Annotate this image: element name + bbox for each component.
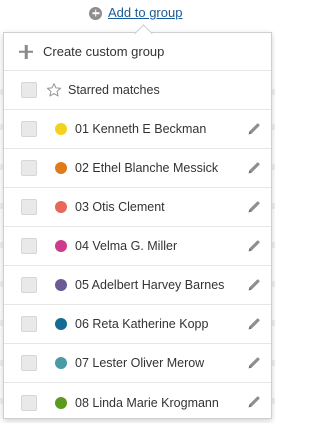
group-row[interactable]: 01 Kenneth E Beckman <box>4 110 271 149</box>
pencil-icon[interactable] <box>246 277 262 293</box>
group-row[interactable]: 07 Lester Oliver Merow <box>4 344 271 383</box>
group-row[interactable]: 06 Reta Katherine Kopp <box>4 305 271 344</box>
group-row[interactable]: 08 Linda Marie Krogmann <box>4 383 271 422</box>
group-checkbox[interactable] <box>21 277 37 293</box>
starred-matches-label: Starred matches <box>68 83 160 97</box>
group-row[interactable]: 03 Otis Clement <box>4 188 271 227</box>
group-checkbox[interactable] <box>21 199 37 215</box>
group-label: 05 Adelbert Harvey Barnes <box>75 278 225 292</box>
group-color-dot <box>55 201 67 213</box>
group-row[interactable]: 02 Ethel Blanche Messick <box>4 149 271 188</box>
star-icon <box>46 83 62 97</box>
group-row[interactable]: 05 Adelbert Harvey Barnes <box>4 266 271 305</box>
group-checkbox[interactable] <box>21 355 37 371</box>
pencil-icon[interactable] <box>246 160 262 176</box>
group-label: 06 Reta Katherine Kopp <box>75 317 209 331</box>
pencil-icon[interactable] <box>246 238 262 254</box>
create-custom-group-button[interactable]: Create custom group <box>4 33 271 71</box>
pencil-icon[interactable] <box>246 394 262 410</box>
group-color-dot <box>55 162 67 174</box>
group-color-dot <box>55 240 67 252</box>
group-color-dot <box>55 357 67 369</box>
group-color-dot <box>55 123 67 135</box>
starred-matches-checkbox[interactable] <box>21 82 37 98</box>
group-checkbox[interactable] <box>21 160 37 176</box>
add-to-group-link[interactable]: Add to group <box>89 5 182 21</box>
group-label: 07 Lester Oliver Merow <box>75 356 205 370</box>
group-color-dot <box>55 279 67 291</box>
plus-icon <box>19 45 33 59</box>
group-checkbox[interactable] <box>21 394 37 411</box>
pencil-icon[interactable] <box>246 316 262 332</box>
group-label: 04 Velma G. Miller <box>75 239 178 253</box>
group-label: 03 Otis Clement <box>75 200 165 214</box>
create-custom-group-label: Create custom group <box>43 44 165 59</box>
pencil-icon[interactable] <box>246 355 262 371</box>
group-checkbox[interactable] <box>21 316 37 332</box>
pencil-icon[interactable] <box>246 199 262 215</box>
plus-circle-icon <box>89 6 102 20</box>
group-label: 02 Ethel Blanche Messick <box>75 161 219 175</box>
group-row[interactable]: 04 Velma G. Miller <box>4 227 271 266</box>
group-checkbox[interactable] <box>21 121 37 137</box>
group-color-dot <box>55 396 67 409</box>
page: Add to group Create custom group Starred… <box>0 0 275 423</box>
group-checkbox[interactable] <box>21 238 37 254</box>
pencil-icon[interactable] <box>246 121 262 137</box>
starred-matches-row[interactable]: Starred matches <box>4 71 271 110</box>
group-label: 08 Linda Marie Krogmann <box>75 395 219 410</box>
group-color-dot <box>55 318 67 330</box>
add-to-group-label: Add to group <box>108 5 183 20</box>
group-dropdown: Create custom group Starred matches 01 K… <box>3 32 272 419</box>
group-label: 01 Kenneth E Beckman <box>75 122 207 136</box>
group-list: 01 Kenneth E Beckman 02 Ethel Blanche Mes… <box>4 110 271 422</box>
